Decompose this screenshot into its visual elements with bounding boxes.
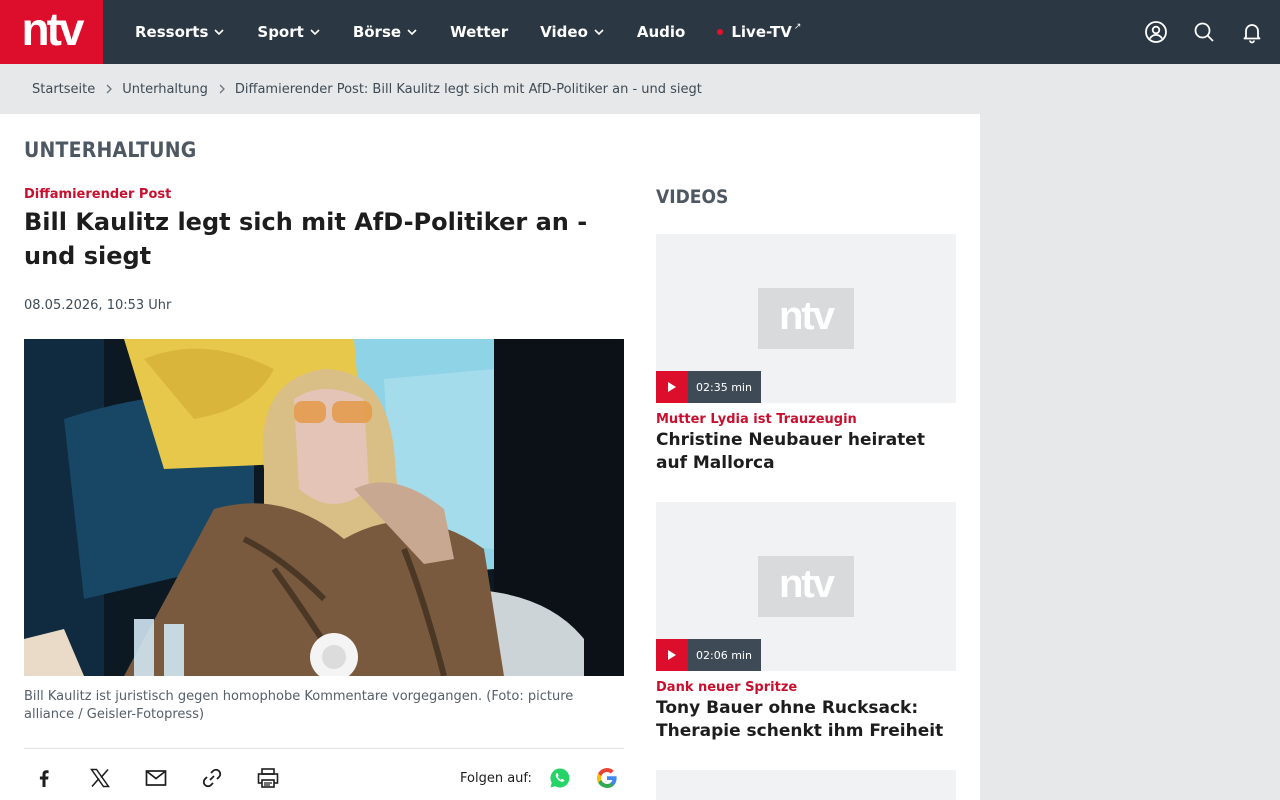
user-icon[interactable]	[1144, 20, 1168, 44]
header-actions	[1144, 0, 1264, 64]
video-kicker: Dank neuer Spritze	[656, 680, 798, 695]
nav-label: Ressorts	[135, 23, 209, 41]
nav-live-tv[interactable]: Live-TV ↗	[701, 0, 817, 64]
print-icon[interactable]	[256, 766, 280, 790]
ntv-placeholder-logo: ntv	[758, 556, 854, 617]
chevron-down-icon	[214, 29, 224, 36]
search-icon[interactable]	[1192, 20, 1216, 44]
play-icon[interactable]	[656, 371, 688, 403]
follow-label: Folgen auf:	[460, 770, 532, 786]
article-headline: Bill Kaulitz legt sich mit AfD-Politiker…	[24, 208, 588, 270]
video-card-partial[interactable]	[656, 770, 956, 800]
nav-label: Börse	[352, 23, 402, 41]
photo-illustration	[24, 339, 624, 676]
whatsapp-icon[interactable]	[548, 766, 572, 790]
video-kicker: Mutter Lydia ist Trauzeugin	[656, 412, 857, 427]
external-link-icon: ↗	[793, 22, 802, 32]
main-nav: Ressorts Sport Börse Wetter Video Audio …	[119, 0, 817, 64]
breadcrumb-current: Diffamierender Post: Bill Kaulitz legt s…	[234, 81, 702, 97]
x-icon[interactable]	[88, 766, 112, 790]
nav-wetter[interactable]: Wetter	[434, 0, 524, 64]
nav-label: Live-TV	[731, 23, 792, 41]
video-badge: 02:35 min	[656, 371, 761, 403]
article-kicker: Diffamierender Post	[24, 187, 172, 202]
breadcrumb: Startseite Unterhaltung Diffamierender P…	[32, 80, 702, 98]
bell-icon[interactable]	[1240, 20, 1264, 44]
ntv-logo[interactable]: ntv	[0, 0, 103, 64]
placeholder-logo-text: ntv	[779, 293, 835, 338]
divider	[24, 748, 624, 749]
video-duration: 02:06 min	[688, 639, 761, 671]
nav-audio[interactable]: Audio	[621, 0, 701, 64]
nav-video[interactable]: Video	[524, 0, 621, 64]
chevron-right-icon	[106, 84, 113, 94]
article-photo[interactable]	[24, 339, 624, 676]
nav-label: Video	[540, 23, 588, 41]
nav-ressorts[interactable]: Ressorts	[119, 0, 241, 64]
video-title[interactable]: Tony Bauer ohne Rucksack: Therapie schen…	[656, 697, 956, 743]
content-panel: UNTERHALTUNG Diffamierender Post Bill Ka…	[0, 114, 980, 800]
nav-label: Sport	[257, 23, 304, 41]
video-card[interactable]: ntv 02:06 min Dank neuer Spritze Tony Ba…	[656, 502, 956, 743]
follow-bar: Folgen auf:	[460, 766, 642, 790]
breadcrumb-unterhaltung[interactable]: Unterhaltung	[122, 82, 208, 97]
photo-caption: Bill Kaulitz ist juristisch gegen homoph…	[24, 689, 574, 722]
chevron-right-icon	[219, 84, 225, 94]
logo-text: ntv	[21, 3, 85, 55]
video-card[interactable]: ntv 02:35 min Mutter Lydia ist Trauzeugi…	[656, 234, 956, 475]
facebook-icon[interactable]	[32, 766, 56, 790]
nav-label: Wetter	[450, 23, 509, 41]
article-date: 08.05.2026, 10:53 Uhr	[24, 298, 172, 313]
live-dot-icon	[717, 29, 724, 35]
video-title[interactable]: Christine Neubauer heiratet auf Mallorca	[656, 429, 956, 475]
section-title[interactable]: UNTERHALTUNG	[24, 138, 196, 162]
top-header: ntv Ressorts Sport Börse Wetter Video Au…	[0, 0, 1280, 64]
video-thumbnail[interactable]: ntv 02:35 min	[656, 234, 956, 403]
video-thumbnail[interactable]: ntv 02:06 min	[656, 502, 956, 671]
chevron-down-icon	[310, 29, 320, 36]
chevron-down-icon	[594, 29, 604, 36]
chevron-down-icon	[407, 29, 417, 36]
video-badge: 02:06 min	[656, 639, 761, 671]
video-duration: 02:35 min	[688, 371, 761, 403]
mail-icon[interactable]	[144, 766, 168, 790]
placeholder-logo-text: ntv	[779, 561, 835, 606]
nav-boerse[interactable]: Börse	[337, 0, 434, 64]
nav-sport[interactable]: Sport	[241, 0, 336, 64]
breadcrumb-home[interactable]: Startseite	[32, 82, 95, 97]
share-bar	[32, 766, 280, 790]
videos-section-title: VIDEOS	[656, 186, 729, 208]
google-icon[interactable]	[595, 766, 619, 790]
play-icon[interactable]	[656, 639, 688, 671]
nav-label: Audio	[636, 23, 686, 41]
link-icon[interactable]	[200, 766, 224, 790]
ntv-placeholder-logo: ntv	[758, 288, 854, 349]
